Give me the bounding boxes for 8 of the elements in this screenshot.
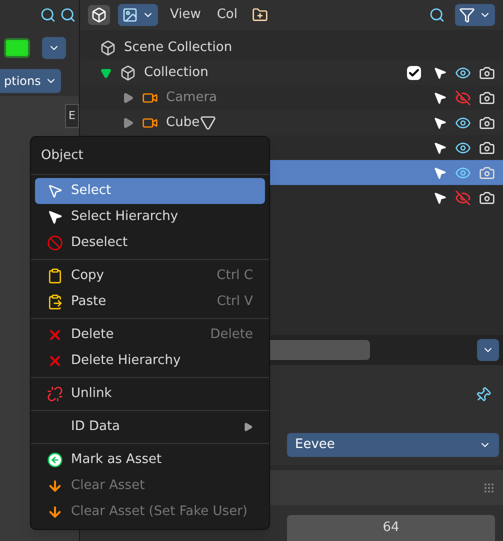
menu-title: Object — [40, 147, 84, 166]
shortcut-label: Ctrl V — [216, 293, 253, 312]
outliner-item-label: Scene Collection — [124, 38, 232, 57]
shortcut-label: Delete — [210, 326, 253, 344]
outliner-item-label: Camera — [166, 88, 218, 107]
shortcut-label: Ctrl C — [216, 267, 253, 286]
outliner-item-label: Collection — [144, 64, 208, 82]
outliner-item-label: Cube — [166, 114, 200, 132]
